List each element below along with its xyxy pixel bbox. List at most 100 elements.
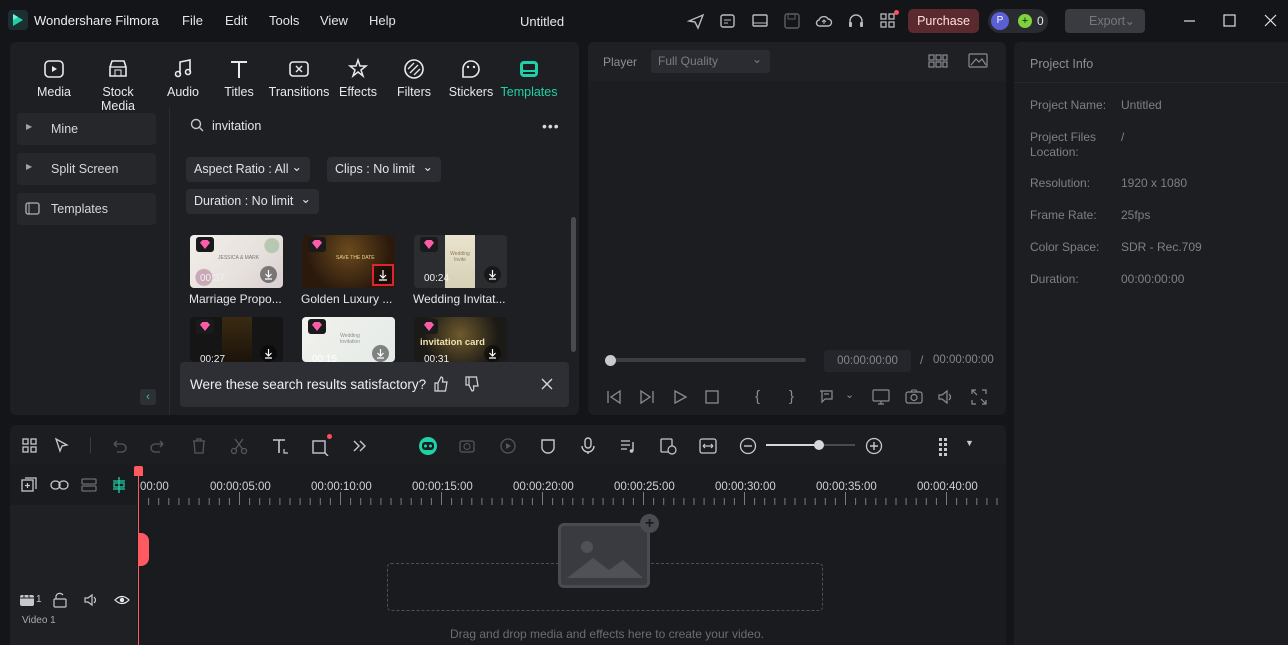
media-play-icon[interactable] [498, 436, 518, 456]
more-tools-icon[interactable] [350, 436, 370, 456]
download-icon[interactable] [372, 264, 394, 286]
add-track-icon[interactable] [20, 476, 38, 494]
layout-icon[interactable] [751, 12, 769, 30]
collapse-sidebar-button[interactable]: ‹ [140, 389, 156, 405]
thumbs-up-icon[interactable] [433, 376, 449, 392]
tab-effects[interactable]: Effects [328, 58, 388, 99]
close-window-icon[interactable] [1262, 12, 1280, 30]
chevron-down-icon[interactable]: ▼ [965, 438, 974, 448]
menu-edit[interactable]: Edit [225, 13, 247, 28]
delete-icon[interactable] [189, 436, 209, 456]
calendar-icon[interactable] [719, 12, 737, 30]
template-thumbnail[interactable]: SAVE THE DATE [302, 235, 395, 288]
track-settings-icon[interactable] [936, 436, 956, 456]
scissors-icon[interactable] [229, 436, 249, 456]
templates-scrollbar[interactable] [571, 217, 576, 352]
sidebar-item-templates[interactable]: Templates [17, 193, 156, 225]
snap-icon[interactable] [110, 476, 128, 494]
export-button[interactable]: Export ⌄ [1065, 9, 1145, 33]
purchase-button[interactable]: Purchase [908, 9, 979, 33]
tab-templates[interactable]: Templates [499, 58, 559, 99]
redo-icon[interactable] [148, 436, 168, 456]
volume-icon[interactable] [937, 388, 955, 406]
menu-file[interactable]: File [182, 13, 203, 28]
camera-snapshot-icon[interactable] [905, 388, 923, 406]
track-layout-icon[interactable] [80, 476, 98, 494]
fullscreen-icon[interactable] [970, 388, 988, 406]
minimize-icon[interactable] [1181, 12, 1199, 30]
ai-robot-icon[interactable] [417, 436, 437, 456]
fit-width-icon[interactable] [698, 436, 718, 456]
add-media-icon[interactable]: + [640, 514, 659, 533]
play-icon[interactable] [671, 388, 689, 406]
crop-icon[interactable] [310, 434, 332, 456]
download-icon[interactable] [484, 266, 501, 283]
grid-view-icon[interactable] [928, 53, 948, 69]
tab-stock-media[interactable]: Stock Media [86, 58, 150, 113]
menu-help[interactable]: Help [369, 13, 396, 28]
display-icon[interactable] [872, 388, 890, 406]
more-options-icon[interactable]: ••• [542, 118, 560, 134]
quality-select[interactable]: Full Quality ⌄ [651, 50, 770, 73]
thumbs-down-icon[interactable] [464, 376, 480, 392]
clips-filter[interactable]: Clips : No limit ⌄ [327, 157, 441, 182]
visibility-eye-icon[interactable] [114, 592, 130, 608]
aspect-ratio-filter[interactable]: Aspect Ratio : All ⌄ [186, 157, 310, 182]
lock-track-icon[interactable] [53, 592, 67, 608]
mute-track-icon[interactable] [84, 592, 100, 608]
tab-filters[interactable]: Filters [384, 58, 444, 99]
close-feedback-icon[interactable] [541, 378, 553, 390]
shield-mask-icon[interactable] [538, 436, 558, 456]
text-tool-icon[interactable] [270, 436, 290, 456]
template-thumbnail[interactable]: JESSICA & MARK 00:37 [190, 235, 283, 288]
zoom-in-icon[interactable] [864, 436, 884, 456]
playhead-handle[interactable] [138, 533, 149, 566]
layout-grid-icon[interactable] [20, 436, 40, 456]
search-input[interactable]: invitation [212, 119, 261, 133]
mark-in-icon[interactable]: { [755, 388, 773, 406]
menu-view[interactable]: View [320, 13, 348, 28]
link-icon[interactable] [50, 476, 70, 494]
download-icon[interactable] [260, 345, 277, 362]
sidebar-item-split-screen[interactable]: ▶ Split Screen [17, 153, 156, 185]
stop-icon[interactable] [703, 388, 721, 406]
chevron-down-icon[interactable]: ⌄ [845, 388, 863, 406]
headset-icon[interactable] [847, 12, 865, 30]
undo-icon[interactable] [109, 436, 129, 456]
apps-grid-icon[interactable] [879, 10, 899, 30]
template-thumbnail[interactable]: Wedding Invite 00:24 [414, 235, 507, 288]
cloud-upload-icon[interactable] [815, 12, 833, 30]
next-frame-icon[interactable] [638, 388, 656, 406]
audio-list-icon[interactable] [618, 436, 638, 456]
template-thumbnail[interactable]: Wedding Invitation 00:15 [302, 317, 395, 362]
template-thumbnail[interactable]: invitation card 00:31 [414, 317, 507, 362]
previous-frame-icon[interactable] [605, 388, 623, 406]
download-icon[interactable] [484, 345, 501, 362]
download-icon[interactable] [260, 266, 277, 283]
send-icon[interactable] [687, 12, 705, 30]
menu-tools[interactable]: Tools [269, 13, 299, 28]
tab-media[interactable]: Media [24, 58, 84, 99]
playback-scrubber[interactable] [607, 358, 806, 362]
duration-filter[interactable]: Duration : No limit ⌄ [186, 189, 319, 214]
zoom-out-icon[interactable] [738, 436, 758, 456]
select-pointer-icon[interactable] [52, 436, 72, 456]
scrubber-handle[interactable] [605, 355, 616, 366]
auto-reframe-icon[interactable] [658, 436, 678, 456]
template-thumbnail[interactable]: 00:27 [190, 317, 283, 362]
sidebar-item-mine[interactable]: ▶ Mine [17, 113, 156, 145]
maximize-icon[interactable] [1221, 12, 1239, 30]
snapshot-image-icon[interactable] [968, 53, 988, 69]
camera-swap-icon[interactable] [458, 436, 478, 456]
tab-stickers[interactable]: Stickers [441, 58, 501, 99]
tab-titles[interactable]: Titles [209, 58, 269, 99]
download-icon[interactable] [372, 345, 389, 362]
tab-audio[interactable]: Audio [153, 58, 213, 99]
mark-out-icon[interactable]: } [789, 388, 807, 406]
marker-icon[interactable] [818, 388, 836, 406]
tab-transitions[interactable]: Transitions [268, 58, 330, 99]
playhead-top[interactable] [134, 466, 143, 476]
account-credits[interactable]: P + 0 [988, 9, 1048, 33]
save-icon[interactable] [783, 12, 801, 30]
microphone-icon[interactable] [578, 436, 598, 456]
